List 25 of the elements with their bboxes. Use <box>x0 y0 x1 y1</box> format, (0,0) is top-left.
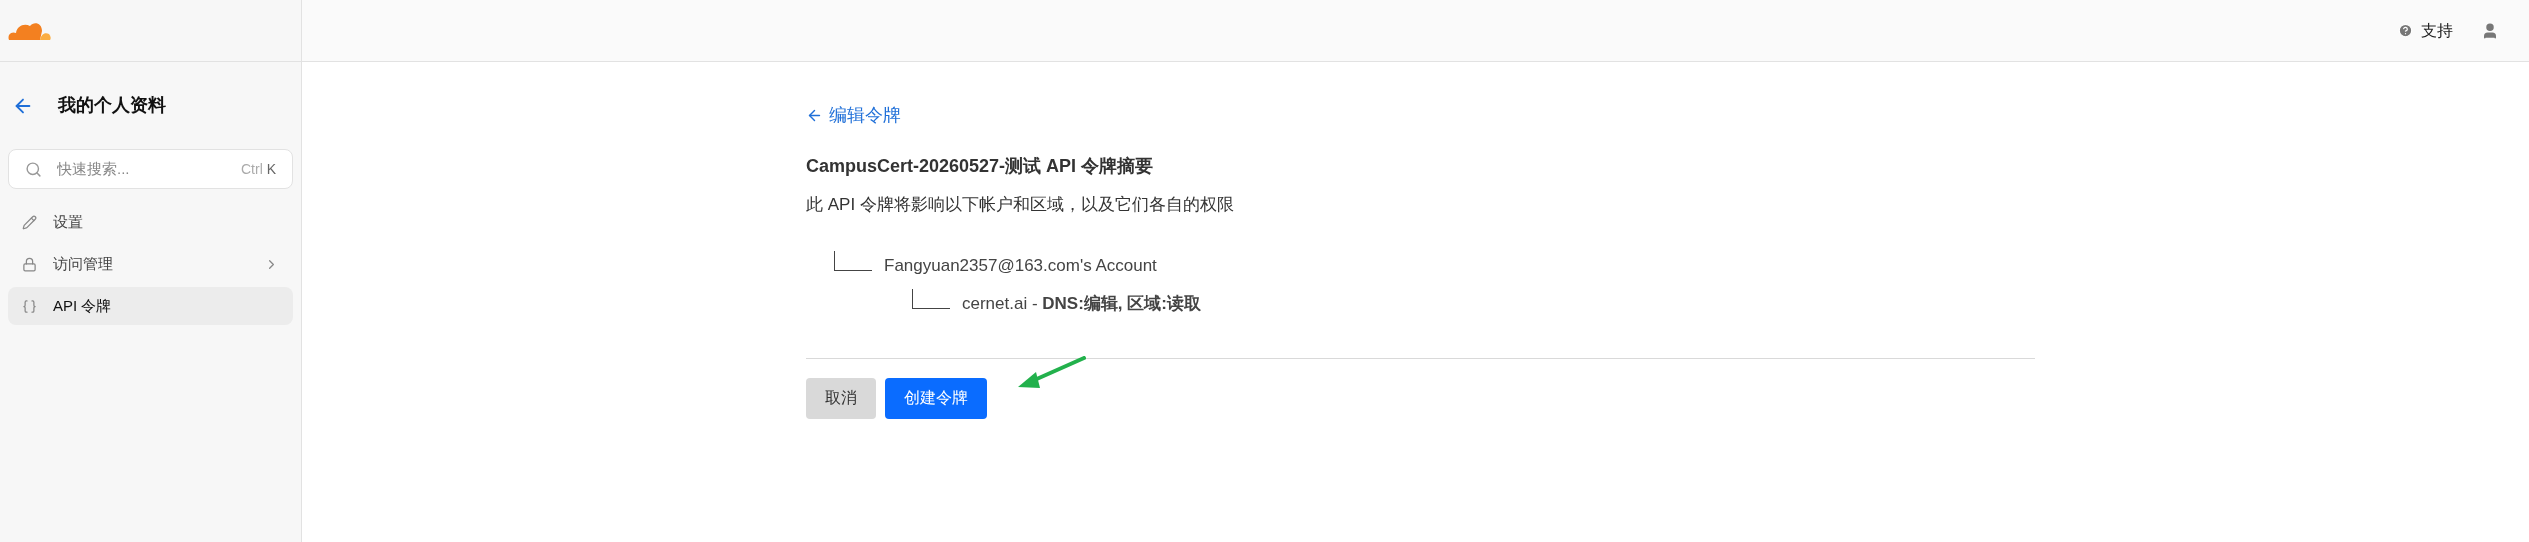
summary-title: CampusCert-20260527-测试 API 令牌摘要 <box>806 155 1155 178</box>
support-link[interactable]: 支持 <box>2398 18 2453 43</box>
summary-description: 此 API 令牌将影响以下帐户和区域，以及它们各自的权限 <box>806 194 1235 216</box>
shortcut-hint: Ctrl K <box>241 159 276 179</box>
pencil-icon <box>22 214 37 230</box>
user-icon[interactable] <box>2481 21 2499 40</box>
tree-node-label: Fangyuan2357@163.com's Account <box>884 255 1157 277</box>
tree-connector <box>912 288 950 309</box>
tree-connector <box>834 250 872 271</box>
cancel-button[interactable]: 取消 <box>806 377 876 419</box>
search-field[interactable]: 快速搜索... <box>57 157 241 181</box>
lock-icon <box>22 256 37 272</box>
sidebar-title: 我的个人资料 <box>58 94 166 117</box>
sidebar-item[interactable]: 访问管理 <box>8 245 293 283</box>
search-icon <box>25 160 42 178</box>
sidebar-item[interactable]: API 令牌 <box>8 287 293 325</box>
annotation-arrow <box>1016 355 1086 390</box>
help-icon <box>2398 23 2413 38</box>
sidebar-item[interactable]: 设置 <box>8 203 293 241</box>
arrow-left-icon <box>806 107 823 124</box>
create-token-button[interactable]: 创建令牌 <box>885 377 987 419</box>
back-link[interactable]: 编辑令牌 <box>806 102 901 129</box>
braces-icon <box>22 298 37 314</box>
search-bar[interactable]: 快速搜索... Ctrl K <box>8 149 293 189</box>
tree-node-label: cernet.ai - DNS:编辑, 区域:读取 <box>962 293 1201 315</box>
